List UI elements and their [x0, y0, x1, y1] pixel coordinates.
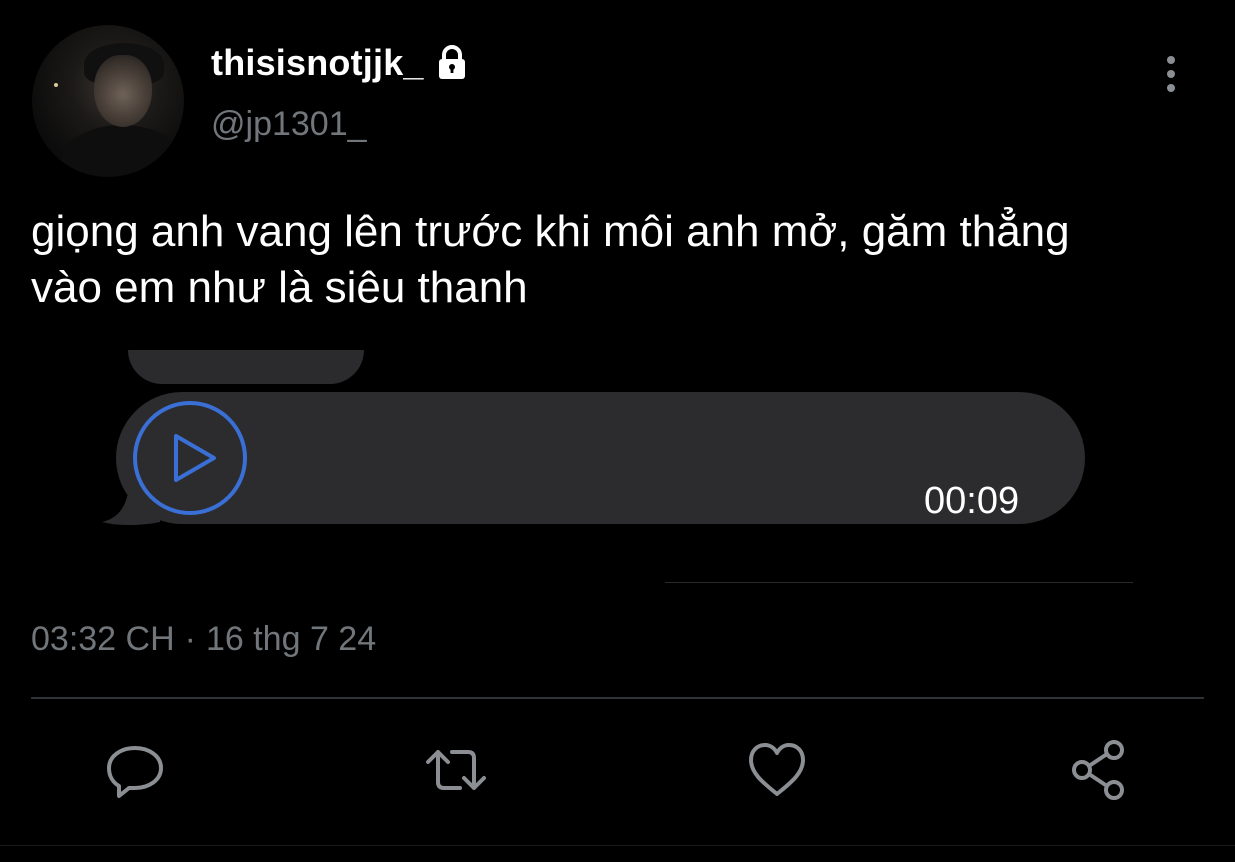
share-icon[interactable]	[1068, 738, 1132, 802]
reply-icon[interactable]	[103, 738, 167, 802]
tweet-timestamp[interactable]: 03:32 CH · 16 thg 7 24	[31, 620, 376, 659]
like-icon[interactable]	[745, 738, 809, 802]
author-display-name[interactable]: thisisnotjjk_	[211, 42, 424, 84]
lock-icon	[432, 43, 472, 83]
avatar-face	[94, 55, 152, 127]
media-image[interactable]: 00:09	[100, 350, 1140, 590]
retweet-icon[interactable]	[424, 738, 488, 802]
bottom-divider	[0, 845, 1235, 846]
tweet-time: 03:32 CH	[31, 620, 175, 658]
tweet-date: 16 thg 7 24	[205, 620, 377, 658]
tweet-text-line-1: giọng anh vang lên trước khi môi anh mở,…	[31, 207, 1070, 256]
tweet-text: giọng anh vang lên trước khi môi anh mở,…	[31, 204, 1211, 316]
author-handle[interactable]: @jp1301_	[211, 105, 367, 144]
voice-message-bubble[interactable]: 00:09	[116, 392, 1085, 524]
divider	[31, 697, 1204, 699]
voice-duration: 00:09	[924, 480, 1020, 522]
media-divider	[665, 582, 1133, 583]
timestamp-separator: ·	[184, 620, 196, 658]
avatar[interactable]	[32, 25, 184, 177]
avatar-body	[62, 125, 182, 177]
more-options-icon[interactable]	[1156, 54, 1186, 96]
tweet-text-line-2: vào em như là siêu thanh	[31, 263, 528, 312]
play-icon[interactable]	[132, 400, 248, 516]
avatar-background-light	[54, 83, 58, 87]
previous-message-bubble	[128, 350, 364, 384]
author-name-row[interactable]: thisisnotjjk_	[211, 42, 472, 84]
